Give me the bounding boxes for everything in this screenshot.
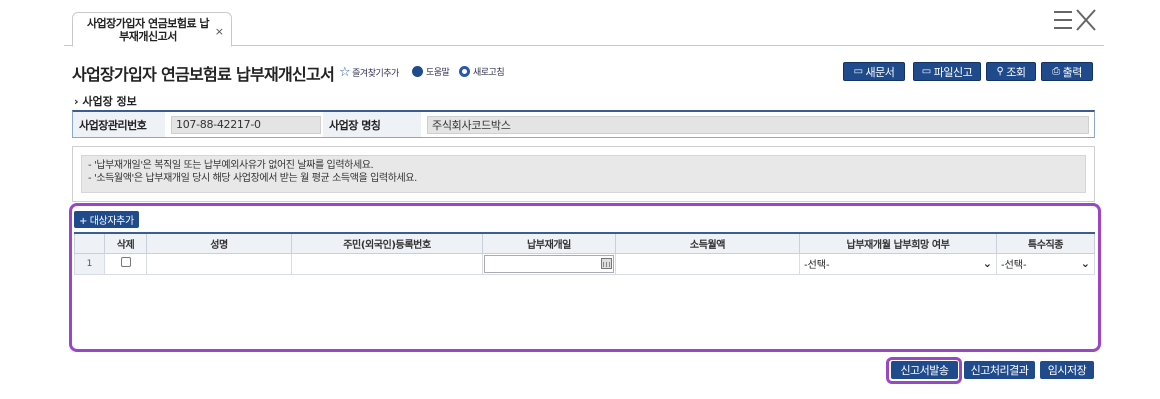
payment-hope-select[interactable]: -선택- ⌄ (800, 256, 996, 271)
payment-hope-value: -선택- (804, 260, 830, 271)
chevron-down-icon: ⌄ (1080, 257, 1090, 270)
workplace-info: 사업장관리번호 107-88-42217-0 사업장 명칭 주식회사코드박스 (72, 110, 1095, 138)
col-header-resident-no: 주민(외국인)등록번호 (291, 232, 483, 254)
notice-line-1: - '납부재개일'은 복직일 또는 납부예외사유가 없어진 날짜를 입력하세요. (88, 160, 374, 171)
tab-bar: 사업장가입자 연금보험료 납부재개신고서 × (64, 0, 1104, 47)
monthly-income-input[interactable] (615, 252, 800, 275)
col-header-resume-date: 납부재개일 (482, 232, 616, 254)
search-icon: ⚲ (996, 66, 1004, 77)
resume-date-input[interactable] (484, 254, 614, 273)
row-number: 1 (74, 252, 105, 275)
workplace-name-cell: 주식회사코드박스 (421, 112, 1094, 137)
notice-panel: - '납부재개일'은 복직일 또는 납부예외사유가 없어진 날짜를 입력하세요.… (72, 146, 1095, 202)
print-button[interactable]: ⎙ 출력 (1041, 62, 1093, 81)
page-title: 사업장가입자 연금보험료 납부재개신고서 (72, 65, 335, 84)
new-document-button[interactable]: ▭ 새문서 (843, 62, 905, 81)
notice-line-2: - '소득월액'은 납부재개일 당시 해당 사업장에서 받는 월 평균 소득액을… (88, 173, 417, 184)
notice-box: - '납부재개일'은 복직일 또는 납부예외사유가 없어진 날짜를 입력하세요.… (81, 155, 1086, 193)
book-icon (412, 66, 423, 77)
search-label: 조회 (1006, 65, 1026, 79)
printer-icon: ⎙ (1052, 66, 1060, 77)
submit-report-button[interactable]: 신고서발송 (891, 361, 958, 379)
special-job-value: -선택- (1001, 260, 1027, 271)
refresh-link[interactable]: 새로고침 (459, 65, 505, 78)
folder-icon: ▭ (853, 66, 863, 77)
tab-label: 사업장가입자 연금보험료 납부재개신고서 (86, 17, 210, 43)
tab-pension-resume-report[interactable]: 사업장가입자 연금보험료 납부재개신고서 × (72, 12, 232, 47)
mgmt-no-label: 사업장관리번호 (73, 112, 165, 137)
file-report-button[interactable]: ▭ 파일신고 (913, 62, 981, 81)
col-header-special-job: 특수직종 (996, 232, 1095, 254)
grid-header-row: 삭제 성명 주민(외국인)등록번호 납부재개일 소득월액 납부재개월 납부희망 … (74, 232, 1095, 254)
folder-icon: ▭ (921, 66, 931, 77)
mgmt-no-cell: 107-88-42217-0 (165, 112, 323, 137)
favorite-label: 즐겨찾기추가 (352, 69, 399, 79)
col-header-delete: 삭제 (104, 232, 147, 254)
col-header-rownum (74, 232, 105, 254)
new-document-label: 새문서 (865, 65, 895, 79)
help-label: 도움말 (426, 68, 450, 78)
payment-hope-cell: -선택- ⌄ (799, 252, 997, 275)
favorite-link[interactable]: ☆ 즐겨찾기추가 (339, 65, 399, 80)
workplace-name-label: 사업장 명칭 (323, 112, 421, 137)
col-header-monthly-income: 소득월액 (615, 232, 800, 254)
add-subject-button[interactable]: + 대상자추가 (74, 211, 139, 228)
resident-no-input[interactable] (291, 252, 483, 275)
report-result-button[interactable]: 신고처리결과 (964, 361, 1035, 379)
grid-highlight-frame (69, 203, 1101, 352)
subject-grid: 삭제 성명 주민(외국인)등록번호 납부재개일 소득월액 납부재개월 납부희망 … (74, 232, 1095, 275)
workplace-name-field: 주식회사코드박스 (427, 115, 1089, 134)
delete-checkbox[interactable] (120, 257, 131, 267)
star-icon: ☆ (339, 65, 351, 80)
special-job-cell: -선택- ⌄ (996, 252, 1095, 275)
refresh-icon (459, 66, 470, 77)
calendar-icon[interactable] (601, 257, 612, 269)
close-icon[interactable]: × (215, 25, 224, 38)
col-header-name: 성명 (146, 232, 292, 254)
refresh-label: 새로고침 (473, 68, 505, 78)
file-report-label: 파일신고 (933, 65, 973, 79)
search-button[interactable]: ⚲ 조회 (986, 62, 1036, 81)
special-job-select[interactable]: -선택- ⌄ (997, 256, 1094, 271)
resume-date-cell (482, 252, 616, 275)
chevron-down-icon: ⌄ (982, 257, 992, 270)
name-input[interactable] (146, 252, 292, 275)
temp-save-button[interactable]: 임시저장 (1040, 361, 1094, 379)
menu-close-icon[interactable] (1054, 8, 1100, 34)
table-row: 1 -선택- ⌄ -선택- ⌄ (74, 252, 1095, 275)
col-header-payment-hope: 납부재개월 납부희망 여부 (799, 232, 997, 254)
delete-cell (104, 252, 147, 275)
section-title: › 사업장 정보 (74, 95, 137, 108)
print-label: 출력 (1062, 65, 1083, 79)
mgmt-no-field: 107-88-42217-0 (171, 115, 321, 134)
help-link[interactable]: 도움말 (412, 65, 450, 78)
page: 사업장가입자 연금보험료 납부재개신고서 × 사업장가입자 연금보험료 납부재개… (0, 0, 1160, 399)
